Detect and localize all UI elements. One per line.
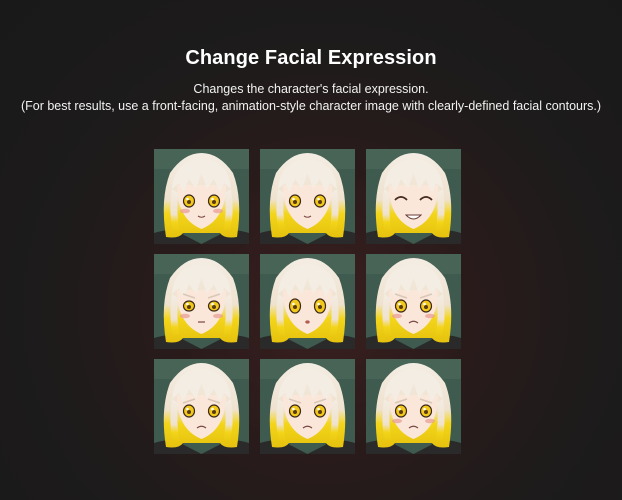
- expression-tile-worried: [154, 359, 249, 454]
- expression-tile-surprised: [260, 254, 355, 349]
- expression-tile-neutral: [260, 149, 355, 244]
- expression-tile-embarrassed: [366, 359, 461, 454]
- character-portrait-image: [260, 149, 355, 244]
- expression-tile-grin: [366, 149, 461, 244]
- page-title: Change Facial Expression: [185, 47, 437, 69]
- expression-tile-frown: [260, 359, 355, 454]
- expression-tile-angry-blush: [366, 254, 461, 349]
- character-portrait-image: [366, 254, 461, 349]
- page-subtitle: Changes the character's facial expressio…: [193, 82, 429, 96]
- character-portrait-image: [366, 149, 461, 244]
- character-portrait-image: [154, 254, 249, 349]
- page-subtitle-note: (For best results, use a front-facing, a…: [20, 99, 602, 113]
- character-portrait-image: [154, 359, 249, 454]
- character-portrait-image: [154, 149, 249, 244]
- character-portrait-image: [366, 359, 461, 454]
- expression-gallery: [154, 149, 461, 454]
- expression-tile-neutral-blush: [154, 149, 249, 244]
- character-portrait-image: [260, 359, 355, 454]
- character-portrait-image: [260, 254, 355, 349]
- expression-tile-annoyed-blush: [154, 254, 249, 349]
